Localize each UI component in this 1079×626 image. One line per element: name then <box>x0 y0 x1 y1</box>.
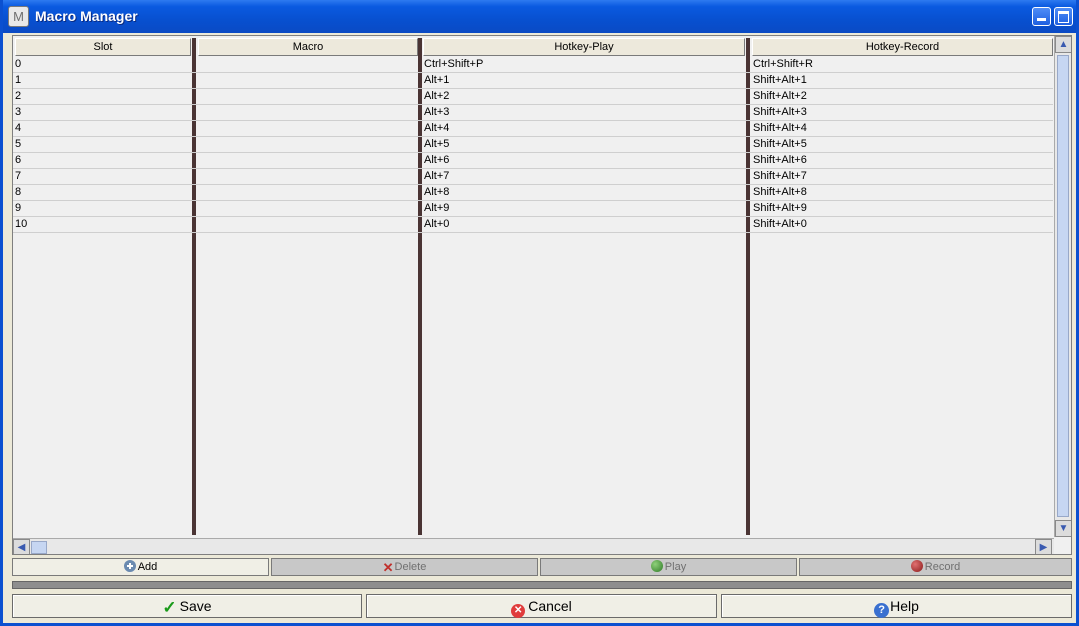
table-row[interactable]: 10 Alt+0 Shift+Alt+0 <box>13 217 1053 233</box>
table-cell: Shift+Alt+8 <box>753 186 807 198</box>
table-cell: Alt+1 <box>424 74 450 86</box>
table-cell: Shift+Alt+1 <box>753 74 807 86</box>
help-button[interactable]: ? Help <box>721 594 1072 618</box>
table-cell: Alt+2 <box>424 90 450 102</box>
vertical-scroll-thumb[interactable] <box>1057 55 1069 517</box>
table-cell: 6 <box>15 154 22 166</box>
horizontal-scroll-thumb[interactable] <box>31 541 47 554</box>
table-row[interactable]: 5 Alt+5 Shift+Alt+5 <box>13 137 1053 153</box>
green-circle-icon <box>650 560 663 572</box>
table-cell: 8 <box>15 186 22 198</box>
table-cell: Shift+Alt+9 <box>753 202 807 214</box>
scroll-right-button[interactable]: ▶ <box>1035 539 1052 554</box>
table-cell: 5 <box>15 138 22 150</box>
table-cell: 3 <box>15 106 22 118</box>
table-row[interactable]: 3 Alt+3 Shift+Alt+3 <box>13 105 1053 121</box>
x-icon: ✕ <box>382 560 394 575</box>
table-cell: 0 <box>15 58 22 70</box>
table-cell <box>198 169 416 184</box>
column-header-hotkey-play[interactable]: Hotkey-Play <box>423 38 745 56</box>
table-cell: 2 <box>15 90 22 102</box>
table-cell: Alt+0 <box>424 218 450 230</box>
table-row[interactable]: 1 Alt+1 Shift+Alt+1 <box>13 73 1053 89</box>
table-row[interactable]: 7 Alt+7 Shift+Alt+7 <box>13 169 1053 185</box>
checkmark-icon: ✓ <box>162 598 177 617</box>
table-cell: Shift+Alt+3 <box>753 106 807 118</box>
table-cell <box>198 185 416 200</box>
save-label: Save <box>179 598 212 614</box>
record-button[interactable]: Record <box>799 558 1072 576</box>
table-cell: 10 <box>15 218 28 230</box>
table-row[interactable]: 8 Alt+8 Shift+Alt+8 <box>13 185 1053 201</box>
table-cell: Shift+Alt+4 <box>753 122 807 134</box>
table-cell: 1 <box>15 74 22 86</box>
table-cell <box>198 201 416 216</box>
table-cell <box>198 89 416 104</box>
help-label: Help <box>890 598 919 614</box>
column-header-hotkey-record[interactable]: Hotkey-Record <box>752 38 1053 56</box>
title-bar[interactable]: M Macro Manager <box>3 0 1076 33</box>
table-cell: Alt+4 <box>424 122 450 134</box>
table-cell: Alt+3 <box>424 106 450 118</box>
play-button[interactable]: Play <box>540 558 797 576</box>
minimize-button[interactable] <box>1032 7 1051 26</box>
table-cell: Alt+8 <box>424 186 450 198</box>
table-cell: Alt+9 <box>424 202 450 214</box>
delete-button[interactable]: ✕Delete <box>271 558 538 576</box>
delete-label: Delete <box>394 561 427 573</box>
save-button[interactable]: ✓ Save <box>12 594 362 618</box>
scroll-left-button[interactable]: ◀ <box>13 539 30 554</box>
table-cell: 9 <box>15 202 22 214</box>
table-cell: Ctrl+Shift+P <box>424 58 484 70</box>
table-cell <box>198 217 416 232</box>
cancel-label: Cancel <box>528 598 572 614</box>
red-circle-icon <box>910 560 923 572</box>
cancel-button[interactable]: ✕ Cancel <box>366 594 717 618</box>
table-cell: 4 <box>15 122 22 134</box>
horizontal-scrollbar[interactable]: ◀ ▶ <box>13 538 1054 554</box>
progress-bar <box>12 581 1072 589</box>
table-row[interactable]: 2 Alt+2 Shift+Alt+2 <box>13 89 1053 105</box>
cancel-icon: ✕ <box>511 604 526 618</box>
table-cell: Shift+Alt+0 <box>753 218 807 230</box>
table-cell: Alt+6 <box>424 154 450 166</box>
table-row[interactable]: 4 Alt+4 Shift+Alt+4 <box>13 121 1053 137</box>
window-title: Macro Manager <box>35 8 138 24</box>
scroll-up-button[interactable]: ▲ <box>1055 36 1071 53</box>
table-cell: Alt+5 <box>424 138 450 150</box>
table-cell: Shift+Alt+6 <box>753 154 807 166</box>
maximize-button[interactable] <box>1054 7 1073 26</box>
vertical-scrollbar[interactable]: ▲ ▼ <box>1054 36 1071 537</box>
table-cell <box>198 153 416 168</box>
table-cell <box>198 57 416 72</box>
plus-circle-icon <box>123 560 136 572</box>
table-cell <box>198 105 416 120</box>
add-label: Add <box>137 561 158 573</box>
table-cell <box>198 121 416 136</box>
record-label: Record <box>924 561 961 573</box>
play-label: Play <box>664 561 687 573</box>
table-cell <box>198 137 416 152</box>
table-cell: Alt+7 <box>424 170 450 182</box>
macro-table[interactable]: Slot Macro Hotkey-Play Hotkey-Record 0 Ct… <box>12 35 1072 555</box>
column-header-slot[interactable]: Slot <box>15 38 191 56</box>
column-header-macro[interactable]: Macro <box>198 38 418 56</box>
table-cell: 7 <box>15 170 22 182</box>
scroll-down-button[interactable]: ▼ <box>1055 520 1071 537</box>
table-row[interactable]: 0 Ctrl+Shift+P Ctrl+Shift+R <box>13 57 1053 73</box>
add-button[interactable]: Add <box>12 558 269 576</box>
app-icon[interactable]: M <box>8 6 29 27</box>
table-cell: Shift+Alt+2 <box>753 90 807 102</box>
table-row[interactable]: 6 Alt+6 Shift+Alt+6 <box>13 153 1053 169</box>
table-cell <box>198 73 416 88</box>
table-cell: Shift+Alt+5 <box>753 138 807 150</box>
table-row[interactable]: 9 Alt+9 Shift+Alt+9 <box>13 201 1053 217</box>
table-cell: Ctrl+Shift+R <box>753 58 813 70</box>
table-cell: Shift+Alt+7 <box>753 170 807 182</box>
help-icon: ? <box>874 603 890 618</box>
macro-manager-window: M Macro Manager Slot Macro Hotkey-Play H… <box>0 0 1079 626</box>
